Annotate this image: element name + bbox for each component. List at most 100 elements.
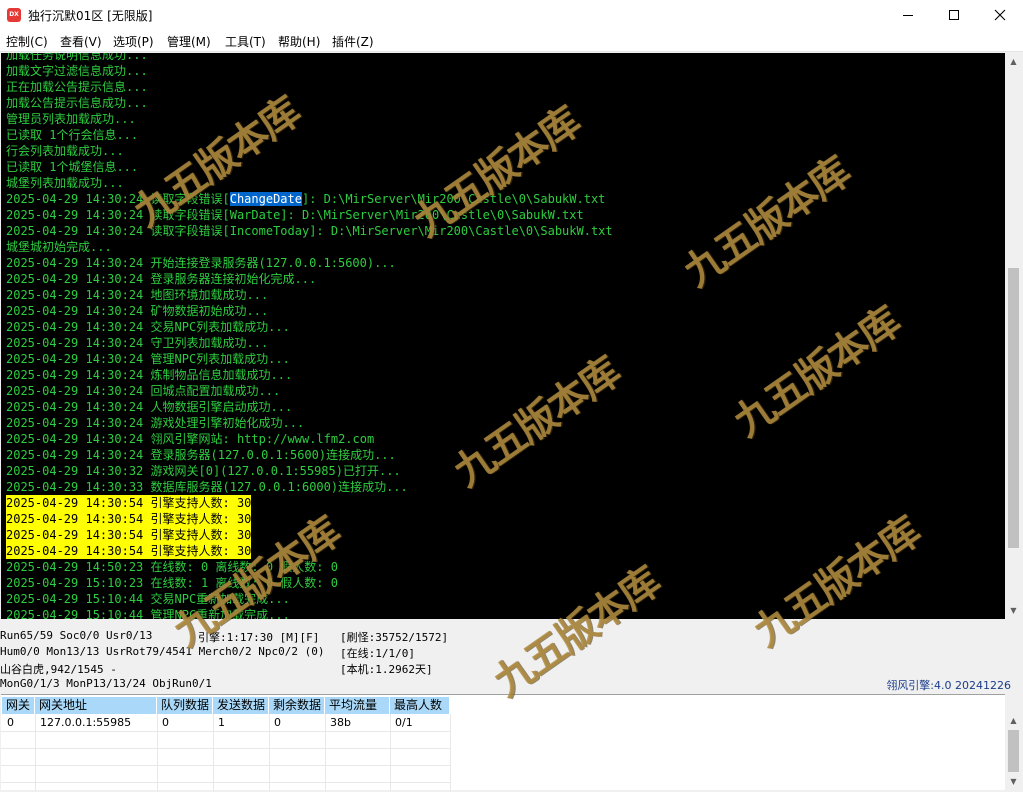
log-lines: 加载任务说明信息成功... 加载文字过滤信息成功... 正在加载公告提示信息... 加… xyxy=(1,53,1005,619)
app-icon: DX xyxy=(7,8,21,22)
col-avg-traffic[interactable]: 平均流量 xyxy=(325,697,390,714)
minimize-button[interactable] xyxy=(885,0,931,30)
menu-plugins[interactable]: 插件(Z) xyxy=(332,33,374,50)
log-line: 行会列表加载成功... xyxy=(6,144,124,158)
scroll-thumb[interactable] xyxy=(1008,730,1019,772)
grid-line xyxy=(1,748,450,749)
highlighted-log-text: 2025-04-29 14:30:54 引擎支持人数: 30 xyxy=(6,511,252,527)
log-line: 2025-04-29 14:30:24 炼制物品信息加载成功... xyxy=(6,368,293,382)
highlighted-log-text: 2025-04-29 14:30:54 引擎支持人数: 30 xyxy=(6,543,252,559)
menu-control[interactable]: 控制(C) xyxy=(6,33,48,50)
grid-line xyxy=(1,731,450,732)
menu-view[interactable]: 查看(V) xyxy=(60,33,102,50)
log-line: 2025-04-29 14:30:33 数据库服务器(127.0.0.1:600… xyxy=(6,480,408,494)
minimize-icon xyxy=(903,14,913,16)
log-line: 2025-04-29 14:30:24 地图环境加载成功... xyxy=(6,288,269,302)
status-uptime: [本机:1.2962天] xyxy=(340,663,433,676)
log-line: 正在加载公告提示信息... xyxy=(6,80,148,94)
status-run: Run65/59 Soc0/0 Usr0/13 xyxy=(0,629,153,642)
grid-line xyxy=(450,714,451,791)
log-line: 2025-04-29 14:30:24 读取字段错误[ChangeDate]: … xyxy=(1,191,1005,207)
log-line: 2025-04-29 14:30:24 翎风引擎网站: http://www.l… xyxy=(6,432,375,446)
log-line: 2025-04-29 14:30:24 交易NPC列表加载成功... xyxy=(6,320,290,334)
close-button[interactable] xyxy=(977,0,1023,30)
log-line: 2025-04-29 14:30:24 登录服务器连接初始化完成... xyxy=(6,272,317,286)
log-line: 管理员列表加载成功... xyxy=(6,112,136,126)
log-line: 2025-04-29 14:30:24 开始连接登录服务器(127.0.0.1:… xyxy=(6,256,396,270)
title-bar: DX 独行沉默01区 [无限版] xyxy=(0,0,1023,30)
log-line: 2025-04-29 14:30:54 引擎支持人数: 30 xyxy=(1,495,1005,511)
menu-tools[interactable]: 工具(T) xyxy=(225,33,266,50)
log-text: 2025-04-29 14:30:24 读取字段错误[ xyxy=(6,192,230,206)
log-line: 加载任务说明信息成功... xyxy=(6,53,148,62)
status-mon: MonG0/1/3 MonP13/13/24 ObjRun0/1 xyxy=(0,677,212,690)
log-line: 加载公告提示信息成功... xyxy=(6,96,148,110)
log-line: 已读取 1个行会信息... xyxy=(6,128,139,142)
log-line: 2025-04-29 14:30:24 读取字段错误[IncomeToday]:… xyxy=(6,224,613,238)
log-line: 加载文字过滤信息成功... xyxy=(6,64,148,78)
log-line: 2025-04-29 14:30:24 读取字段错误[WarDate]: D:\… xyxy=(6,208,584,222)
menu-options[interactable]: 选项(P) xyxy=(113,33,154,50)
cell-address: 127.0.0.1:55985 xyxy=(40,716,132,729)
engine-version: 翎风引擎:4.0 20241226 xyxy=(886,679,1011,692)
maximize-icon xyxy=(949,10,959,20)
log-line: 2025-04-29 14:30:54 引擎支持人数: 30 xyxy=(1,527,1005,543)
log-line: 城堡城初始完成... xyxy=(6,240,112,254)
scroll-down-icon[interactable]: ▼ xyxy=(1005,773,1022,790)
cell-sent: 1 xyxy=(218,716,225,729)
menu-bar: 控制(C) 查看(V) 选项(P) 管理(M) 工具(T) 帮助(H) 插件(Z… xyxy=(0,30,1023,52)
menu-manage[interactable]: 管理(M) xyxy=(167,33,211,50)
log-line: 2025-04-29 15:10:44 交易NPC重新加载完成... xyxy=(6,592,290,606)
log-line: 2025-04-29 14:30:24 矿物数据初始成功... xyxy=(6,304,269,318)
close-icon xyxy=(994,9,1006,21)
scroll-up-icon[interactable]: ▲ xyxy=(1005,53,1022,70)
col-remaining[interactable]: 剩余数据 xyxy=(269,697,325,714)
log-line: 2025-04-29 14:30:24 管理NPC列表加载成功... xyxy=(6,352,290,366)
status-online: [在线:1/1/0] xyxy=(340,647,415,660)
gateway-scrollbar[interactable]: ▲ ▼ xyxy=(1005,712,1022,790)
log-line: 2025-04-29 14:30:24 守卫列表加载成功... xyxy=(6,336,269,350)
window-title: 独行沉默01区 [无限版] xyxy=(28,9,153,23)
gateway-table: 网关 网关地址 队列数据 发送数据 剩余数据 平均流量 最高人数 0 127.0… xyxy=(1,694,1005,791)
status-location: 山谷白虎,942/1545 - xyxy=(0,663,117,676)
status-panel: Run65/59 Soc0/0 Usr0/13 引擎:1:17:30 [M][F… xyxy=(0,620,1023,692)
cell-queue: 0 xyxy=(162,716,169,729)
grid-line xyxy=(1,782,450,783)
log-line: 2025-04-29 14:30:24 登录服务器(127.0.0.1:5600… xyxy=(6,448,396,462)
col-sent[interactable]: 发送数据 xyxy=(213,697,269,714)
col-gateway[interactable]: 网关 xyxy=(2,697,35,714)
menu-help[interactable]: 帮助(H) xyxy=(278,33,320,50)
log-console[interactable]: 加载任务说明信息成功... 加载文字过滤信息成功... 正在加载公告提示信息... 加… xyxy=(1,53,1005,619)
cell-remaining: 0 xyxy=(274,716,281,729)
scroll-up-icon[interactable]: ▲ xyxy=(1005,712,1022,729)
log-line: 2025-04-29 15:10:44 管理NPC重新加载完成... xyxy=(6,608,290,619)
log-line: 2025-04-29 15:10:23 在线数: 1 离线数: 0 假人数: 0 xyxy=(6,576,338,590)
log-scrollbar[interactable]: ▲ ▼ xyxy=(1005,53,1022,619)
col-max-users[interactable]: 最高人数 xyxy=(390,697,450,714)
status-hum: Hum0/0 Mon13/13 UsrRot79/4541 Merch0/2 N… xyxy=(0,645,325,658)
log-line: 2025-04-29 14:30:54 引擎支持人数: 30 xyxy=(1,511,1005,527)
col-queue[interactable]: 队列数据 xyxy=(157,697,213,714)
log-line: 2025-04-29 14:30:32 游戏网关[0](127.0.0.1:55… xyxy=(6,464,401,478)
grid-line xyxy=(1,765,450,766)
log-line: 城堡列表加载成功... xyxy=(6,176,124,190)
cell-max-users: 0/1 xyxy=(395,716,413,729)
app-window: DX 独行沉默01区 [无限版] 控制(C) 查看(V) 选项(P) 管理(M)… xyxy=(0,0,1023,792)
scroll-thumb[interactable] xyxy=(1008,268,1019,548)
log-line: 2025-04-29 14:30:54 引擎支持人数: 30 xyxy=(1,543,1005,559)
highlighted-log-text: 2025-04-29 14:30:54 引擎支持人数: 30 xyxy=(6,495,252,511)
scroll-down-icon[interactable]: ▼ xyxy=(1005,602,1022,619)
log-line: 2025-04-29 14:30:24 回城点配置加载成功... xyxy=(6,384,281,398)
log-line: 已读取 1个城堡信息... xyxy=(6,160,139,174)
selected-text[interactable]: ChangeDate xyxy=(229,192,302,206)
highlighted-log-text: 2025-04-29 14:30:54 引擎支持人数: 30 xyxy=(6,527,252,543)
log-line: 2025-04-29 14:30:24 人物数据引擎启动成功... xyxy=(6,400,293,414)
log-text: ]: D:\MirServer\Mir200\Castle\0\SabukW.t… xyxy=(301,192,606,206)
log-line: 2025-04-29 14:30:24 游戏处理引擎初始化成功... xyxy=(6,416,305,430)
maximize-button[interactable] xyxy=(931,0,977,30)
log-line: 2025-04-29 14:50:23 在线数: 0 离线数: 0 假人数: 0 xyxy=(6,560,338,574)
col-address[interactable]: 网关地址 xyxy=(35,697,157,714)
cell-avg-traffic: 38b xyxy=(330,716,351,729)
status-engine: 引擎:1:17:30 [M][F] xyxy=(198,631,320,644)
cell-gateway: 0 xyxy=(7,716,14,729)
